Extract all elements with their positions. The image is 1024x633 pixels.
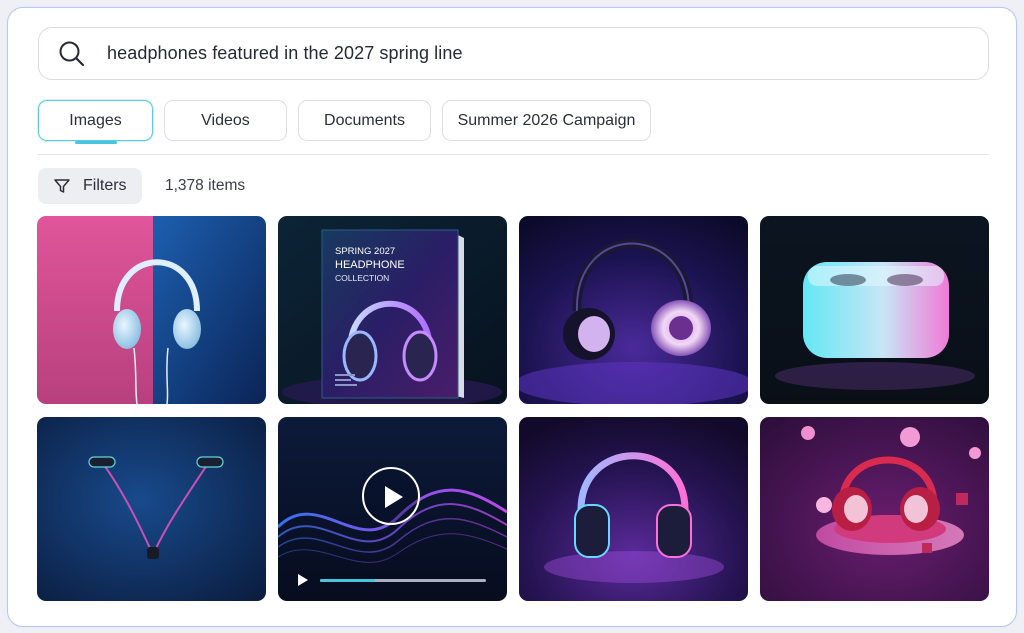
- tab-documents[interactable]: Documents: [298, 100, 431, 141]
- play-icon: [385, 486, 403, 508]
- play-button[interactable]: [362, 467, 420, 525]
- tab-summer-2026-campaign[interactable]: Summer 2026 Campaign: [442, 100, 651, 141]
- result-image-red-headphones-pedestal[interactable]: [760, 417, 989, 601]
- result-image-headphones-split-background[interactable]: [37, 216, 266, 404]
- earbuds-image: [37, 417, 266, 601]
- result-image-wired-earbuds[interactable]: [37, 417, 266, 601]
- results-grid: SPRING 2027 HEADPHONE COLLECTION: [37, 216, 989, 601]
- headphones-image: [37, 216, 266, 404]
- search-panel: headphones featured in the 2027 spring l…: [7, 7, 1017, 627]
- search-input[interactable]: headphones featured in the 2027 spring l…: [107, 43, 463, 64]
- result-image-spring-2027-brochure[interactable]: SPRING 2027 HEADPHONE COLLECTION: [278, 216, 507, 404]
- result-image-earbuds-case[interactable]: [760, 216, 989, 404]
- video-progress-track[interactable]: [320, 579, 486, 582]
- headphones-image: [760, 417, 989, 601]
- headphones-image: [519, 216, 748, 404]
- result-image-neon-headphones[interactable]: [519, 417, 748, 601]
- tab-label: Videos: [201, 111, 250, 129]
- filters-button[interactable]: Filters: [38, 168, 142, 204]
- headphones-image: [519, 417, 748, 601]
- tab-label: Images: [69, 111, 122, 129]
- earbuds-case-image: [760, 216, 989, 404]
- brochure-line1: SPRING 2027: [335, 246, 395, 257]
- result-video-sound-waves[interactable]: [278, 417, 507, 601]
- search-bar[interactable]: headphones featured in the 2027 spring l…: [38, 27, 989, 80]
- brochure-line3: COLLECTION: [335, 273, 389, 283]
- tab-images[interactable]: Images: [38, 100, 153, 141]
- video-progress-fill: [320, 579, 375, 582]
- brochure-image: SPRING 2027 HEADPHONE COLLECTION: [278, 216, 507, 404]
- filter-icon: [53, 177, 71, 195]
- brochure-line2: HEADPHONE: [335, 259, 405, 271]
- divider: [38, 154, 989, 155]
- tab-videos[interactable]: Videos: [164, 100, 287, 141]
- result-image-purple-headphones[interactable]: [519, 216, 748, 404]
- video-play-control-icon[interactable]: [298, 574, 308, 586]
- search-icon[interactable]: [57, 39, 87, 69]
- tab-label: Documents: [324, 111, 405, 129]
- item-count: 1,378 items: [165, 177, 246, 194]
- tab-label: Summer 2026 Campaign: [457, 111, 636, 129]
- tab-bar: Images Videos Documents Summer 2026 Camp…: [38, 100, 651, 141]
- filters-label: Filters: [83, 177, 127, 194]
